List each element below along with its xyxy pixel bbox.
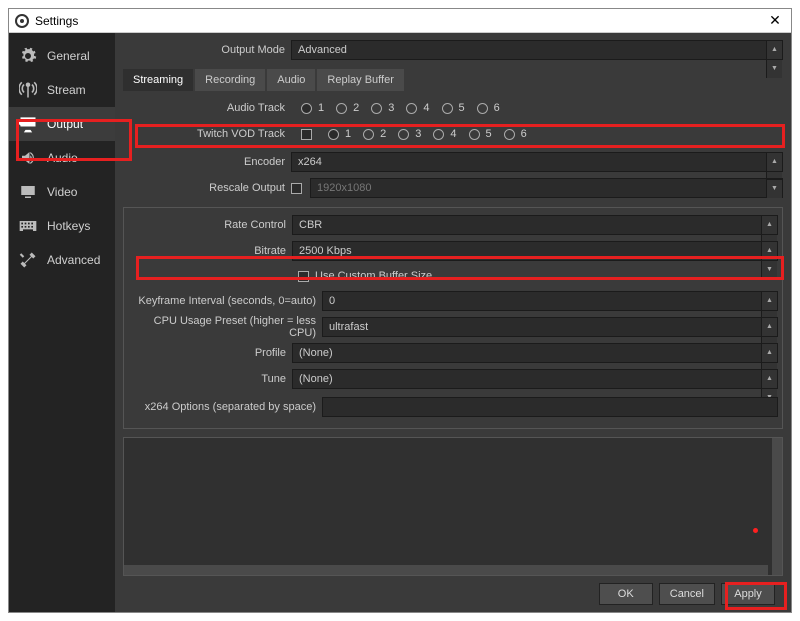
chevron-down-icon[interactable]: ▼ [766,179,782,197]
x264-opts-label: x264 Options (separated by space) [124,401,322,413]
tune-select[interactable]: (None)▲▼ [292,369,778,389]
audio-track-2[interactable] [336,103,347,114]
x264-opts-row: x264 Options (separated by space) [124,396,778,418]
sidebar-item-label: Video [47,185,77,199]
rate-control-row: Rate Control CBR▲▼ [124,214,778,236]
spinner-icon[interactable]: ▲▼ [766,41,782,59]
rate-control-select[interactable]: CBR▲▼ [292,215,778,235]
output-panel: Output Mode Advanced ▲▼ Streaming Record… [115,33,791,612]
sidebar-item-stream[interactable]: Stream [9,73,115,107]
spinner-icon[interactable]: ▲▼ [766,153,782,171]
highlight-output-nav [16,119,132,161]
spinner-icon[interactable]: ▲▼ [761,292,777,310]
gear-icon [17,45,39,67]
audio-track-1[interactable] [301,103,312,114]
keyframe-row: Keyframe Interval (seconds, 0=auto) 0▲▼ [124,290,778,312]
tune-label: Tune [124,373,292,385]
monitor-icon [17,181,39,203]
audio-track-6[interactable] [477,103,488,114]
rescale-checkbox[interactable] [291,183,302,194]
sidebar-item-hotkeys[interactable]: Hotkeys [9,209,115,243]
tune-row: Tune (None)▲▼ [124,368,778,390]
settings-window: Settings ✕ General Stream Output [8,8,792,613]
ok-button[interactable]: OK [599,583,653,605]
scrollbar-vertical[interactable] [772,438,782,575]
titlebar: Settings ✕ [9,9,791,33]
rescale-value[interactable]: 1920x1080 ▼ [310,178,783,198]
profile-row: Profile (None)▲▼ [124,342,778,364]
rate-control-label: Rate Control [124,219,292,231]
dialog-footer: OK Cancel Apply [123,576,783,612]
profile-label: Profile [124,347,292,359]
sidebar-item-general[interactable]: General [9,39,115,73]
spinner-icon[interactable]: ▲▼ [761,216,777,234]
highlight-encoder-row [135,124,785,148]
cpu-preset-row: CPU Usage Preset (higher = less CPU) ult… [124,316,778,338]
x264-opts-input[interactable] [322,397,778,417]
keyframe-input[interactable]: 0▲▼ [322,291,778,311]
audio-track-4[interactable] [406,103,417,114]
keyboard-icon [17,215,39,237]
antenna-icon [17,79,39,101]
app-icon [15,14,29,28]
sidebar-item-label: Hotkeys [47,219,90,233]
highlight-apply-button [725,582,787,610]
encoder-row: Encoder x264 ▲▼ [123,151,783,173]
encoder-label: Encoder [123,156,291,168]
cancel-button[interactable]: Cancel [659,583,715,605]
marker-dot [753,528,758,533]
highlight-cpu-preset-row [136,256,784,280]
rescale-row: Rescale Output 1920x1080 ▼ [123,177,783,199]
spinner-icon[interactable]: ▲▼ [761,370,777,388]
sidebar-item-advanced[interactable]: Advanced [9,243,115,277]
audio-track-row: Audio Track 1 2 3 4 5 6 [123,97,783,119]
sidebar-item-label: Stream [47,83,86,97]
encoder-settings-group: Rate Control CBR▲▼ Bitrate 2500 Kbps▲▼ U… [123,207,783,429]
tab-recording[interactable]: Recording [195,69,265,91]
audio-track-3[interactable] [371,103,382,114]
encoder-select[interactable]: x264 ▲▼ [291,152,783,172]
sidebar-item-label: General [47,49,90,63]
audio-track-5[interactable] [442,103,453,114]
keyframe-label: Keyframe Interval (seconds, 0=auto) [124,295,322,307]
sidebar-item-label: Advanced [47,253,100,267]
cpu-preset-select[interactable]: ultrafast▲▼ [322,317,778,337]
close-icon[interactable]: ✕ [765,12,785,29]
tab-replay-buffer[interactable]: Replay Buffer [317,69,403,91]
cpu-preset-label: CPU Usage Preset (higher = less CPU) [124,315,322,339]
output-mode-label: Output Mode [123,44,291,56]
output-mode-row: Output Mode Advanced ▲▼ [123,39,783,61]
tab-streaming[interactable]: Streaming [123,69,193,91]
window-title: Settings [35,14,765,28]
scrollbar-horizontal[interactable] [124,565,768,575]
tools-icon [17,249,39,271]
profile-select[interactable]: (None)▲▼ [292,343,778,363]
tab-audio[interactable]: Audio [267,69,315,91]
spinner-icon[interactable]: ▲▼ [761,344,777,362]
rescale-label: Rescale Output [123,182,291,194]
spinner-icon[interactable]: ▲▼ [761,318,777,336]
output-tabs: Streaming Recording Audio Replay Buffer [123,69,783,91]
empty-area [123,437,783,576]
output-mode-select[interactable]: Advanced ▲▼ [291,40,783,60]
audio-track-label: Audio Track [123,102,291,114]
sidebar-item-video[interactable]: Video [9,175,115,209]
